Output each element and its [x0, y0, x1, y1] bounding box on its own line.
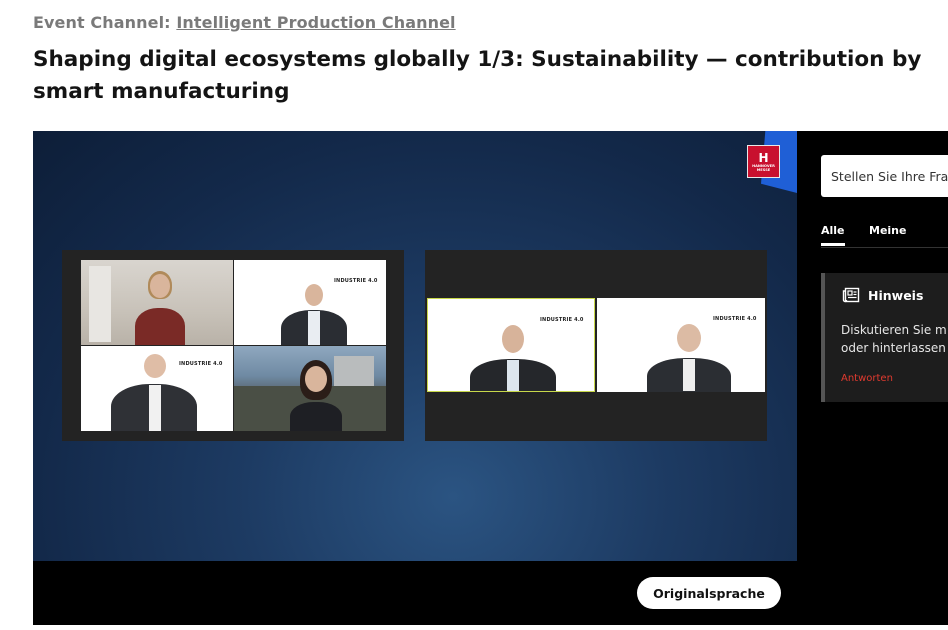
- participant-tile: INDUSTRIE 4.0: [597, 298, 765, 392]
- original-language-button[interactable]: Originalsprache: [637, 577, 781, 609]
- newspaper-icon: [842, 287, 860, 303]
- participant-tile: [81, 260, 233, 345]
- notice-text: Diskutieren Sie m oder hinterlassen: [841, 323, 947, 355]
- participant-man-suit: [279, 284, 349, 345]
- channel-prefix: Event Channel:: [33, 13, 171, 32]
- participant-man-headset: [643, 324, 733, 392]
- page-title: Shaping digital ecosystems globally 1/3:…: [33, 47, 922, 104]
- video-player[interactable]: H HANNOVER MESSE INDUSTRIE 4.0 INDUSTRIE…: [33, 131, 797, 625]
- video-stage: H HANNOVER MESSE INDUSTRIE 4.0 INDUSTRIE…: [33, 131, 797, 561]
- notice-title: Hinweis: [868, 287, 924, 303]
- participant-man-suit: [111, 354, 197, 431]
- tab-meine[interactable]: Meine: [869, 224, 906, 237]
- logo-mark: H: [758, 150, 769, 165]
- participant-tile: INDUSTRIE 4.0: [234, 260, 386, 345]
- left-video-panel: INDUSTRIE 4.0 INDUSTRIE 4.0: [62, 250, 404, 441]
- qa-tabs: Alle Meine: [821, 222, 948, 248]
- notice-header: Hinweis: [842, 287, 923, 303]
- event-channel-line: Event Channel: Intelligent Production Ch…: [33, 13, 456, 32]
- participant-man-glasses: [468, 325, 558, 391]
- notice-card: Hinweis Diskutieren Sie m oder hinterlas…: [821, 273, 948, 402]
- participant-tile: INDUSTRIE 4.0: [427, 298, 595, 392]
- logo-brand-text: HANNOVER MESSE: [752, 163, 775, 172]
- hannover-messe-logo: H HANNOVER MESSE: [747, 145, 780, 178]
- participant-tile: [234, 346, 386, 431]
- participant-woman: [286, 360, 346, 431]
- industrie-badge: INDUSTRIE 4.0: [540, 317, 584, 323]
- channel-link[interactable]: Intelligent Production Channel: [176, 13, 455, 32]
- tab-alle[interactable]: Alle: [821, 224, 845, 246]
- question-input[interactable]: [821, 155, 948, 197]
- right-video-panel: INDUSTRIE 4.0 INDUSTRIE 4.0: [425, 250, 767, 441]
- participant-woman-headset: [129, 268, 189, 345]
- participant-tile: INDUSTRIE 4.0: [81, 346, 233, 431]
- industrie-badge: INDUSTRIE 4.0: [713, 316, 757, 322]
- reply-link[interactable]: Antworten: [841, 373, 893, 384]
- qa-sidebar: Alle Meine Hinweis Diskutieren Sie m ode…: [797, 131, 948, 625]
